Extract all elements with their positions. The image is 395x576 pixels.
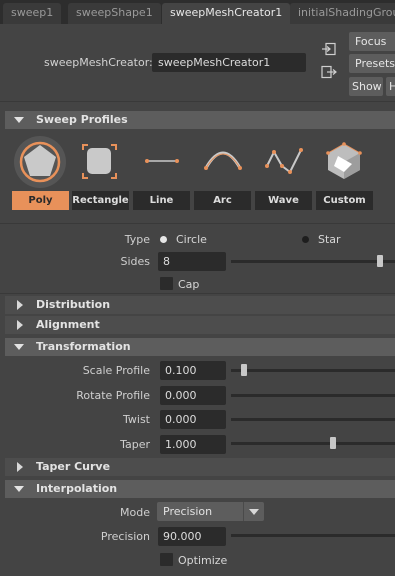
chevron-down-icon bbox=[249, 509, 259, 515]
mode-dropdown[interactable]: Precision bbox=[157, 502, 264, 521]
custom-profile-icon[interactable] bbox=[318, 136, 370, 188]
twist-slider-track[interactable] bbox=[231, 418, 395, 421]
precision-field[interactable]: 90.000 bbox=[158, 527, 226, 546]
focus-button[interactable]: Focus bbox=[349, 32, 395, 51]
tab-sweep-shape1[interactable]: sweepShape1 bbox=[68, 3, 161, 24]
poly-profile-button[interactable]: Poly bbox=[12, 191, 69, 210]
arc-profile-button[interactable]: Arc bbox=[194, 191, 251, 210]
collapse-arrow-icon bbox=[17, 320, 23, 330]
presets-button[interactable]: Presets bbox=[349, 54, 395, 73]
node-name-field[interactable]: sweepMeshCreator1 bbox=[152, 53, 306, 72]
rotate-profile-label: Rotate Profile bbox=[76, 389, 150, 402]
sides-slider-track[interactable] bbox=[231, 260, 395, 263]
type-label: Type bbox=[124, 233, 150, 246]
section-title: Interpolation bbox=[36, 482, 118, 495]
precision-slider-track[interactable] bbox=[231, 534, 395, 537]
collapse-arrow-icon bbox=[17, 300, 23, 310]
custom-profile-button[interactable]: Custom bbox=[316, 191, 373, 210]
section-transformation[interactable]: Transformation bbox=[5, 338, 395, 356]
rectangle-profile-button[interactable]: Rectangle bbox=[72, 191, 129, 210]
sides-slider-thumb[interactable] bbox=[377, 255, 383, 267]
section-title: Alignment bbox=[36, 318, 100, 331]
twist-label: Twist bbox=[123, 413, 150, 426]
star-radio-label: Star bbox=[318, 233, 341, 246]
taper-label: Taper bbox=[120, 438, 150, 451]
tab-initial-shading-group[interactable]: initialShadingGroup bbox=[290, 3, 395, 24]
cap-label: Cap bbox=[178, 278, 200, 291]
tab-sweep-mesh-creator1[interactable]: sweepMeshCreator1 bbox=[162, 3, 291, 24]
poly-profile-icon[interactable] bbox=[14, 136, 66, 188]
section-title: Transformation bbox=[36, 340, 131, 353]
optimize-label: Optimize bbox=[178, 554, 228, 567]
scale-profile-slider-thumb[interactable] bbox=[241, 364, 247, 376]
star-radio[interactable] bbox=[302, 236, 309, 243]
mode-value: Precision bbox=[163, 505, 213, 518]
section-alignment[interactable]: Alignment bbox=[5, 316, 395, 334]
wave-profile-button[interactable]: Wave bbox=[255, 191, 312, 210]
tab-sweep1[interactable]: sweep1 bbox=[3, 3, 62, 24]
wave-profile-icon[interactable] bbox=[258, 136, 310, 188]
separator bbox=[0, 101, 395, 102]
separator bbox=[0, 293, 395, 294]
section-sweep-profiles[interactable]: Sweep Profiles bbox=[5, 111, 395, 129]
scale-profile-field[interactable]: 0.100 bbox=[160, 361, 226, 380]
precision-label: Precision bbox=[100, 530, 150, 543]
separator bbox=[0, 223, 395, 224]
section-distribution[interactable]: Distribution bbox=[5, 296, 395, 314]
taper-slider-thumb[interactable] bbox=[330, 437, 336, 449]
dropdown-divider bbox=[243, 502, 244, 521]
circle-radio-label: Circle bbox=[176, 233, 207, 246]
rectangle-profile-icon[interactable] bbox=[74, 136, 126, 188]
section-title: Taper Curve bbox=[36, 460, 111, 473]
taper-slider-track[interactable] bbox=[231, 442, 395, 445]
section-title: Distribution bbox=[36, 298, 111, 311]
expand-arrow-icon bbox=[14, 117, 24, 123]
mode-label: Mode bbox=[120, 506, 150, 519]
twist-field[interactable]: 0.000 bbox=[160, 410, 226, 429]
rotate-profile-slider-track[interactable] bbox=[231, 394, 395, 397]
show-button[interactable]: Show bbox=[349, 77, 383, 96]
taper-field[interactable]: 1.000 bbox=[160, 435, 226, 454]
sides-field[interactable]: 8 bbox=[158, 252, 226, 271]
scale-profile-label: Scale Profile bbox=[82, 364, 150, 377]
optimize-checkbox[interactable] bbox=[160, 553, 173, 566]
collapse-arrow-icon bbox=[17, 462, 23, 472]
section-title: Sweep Profiles bbox=[36, 113, 128, 126]
input-connection-icon[interactable] bbox=[321, 42, 337, 56]
arc-profile-icon[interactable] bbox=[197, 136, 249, 188]
cap-checkbox[interactable] bbox=[160, 277, 173, 290]
line-profile-button[interactable]: Line bbox=[133, 191, 190, 210]
circle-radio[interactable] bbox=[160, 236, 167, 243]
line-profile-icon[interactable] bbox=[136, 136, 188, 188]
tab-bar: sweep1 sweepShape1 sweepMeshCreator1 ini… bbox=[0, 0, 395, 24]
scale-profile-slider-track[interactable] bbox=[231, 369, 395, 372]
node-type-label: sweepMeshCreator: bbox=[44, 56, 153, 69]
section-interpolation[interactable]: Interpolation bbox=[5, 480, 395, 498]
output-connection-icon[interactable] bbox=[321, 65, 337, 79]
expand-arrow-icon bbox=[14, 486, 24, 492]
expand-arrow-icon bbox=[14, 344, 24, 350]
sides-label: Sides bbox=[120, 255, 150, 268]
section-taper-curve[interactable]: Taper Curve bbox=[5, 458, 395, 476]
rotate-profile-field[interactable]: 0.000 bbox=[160, 386, 226, 405]
hide-button[interactable]: Hide bbox=[386, 77, 395, 96]
